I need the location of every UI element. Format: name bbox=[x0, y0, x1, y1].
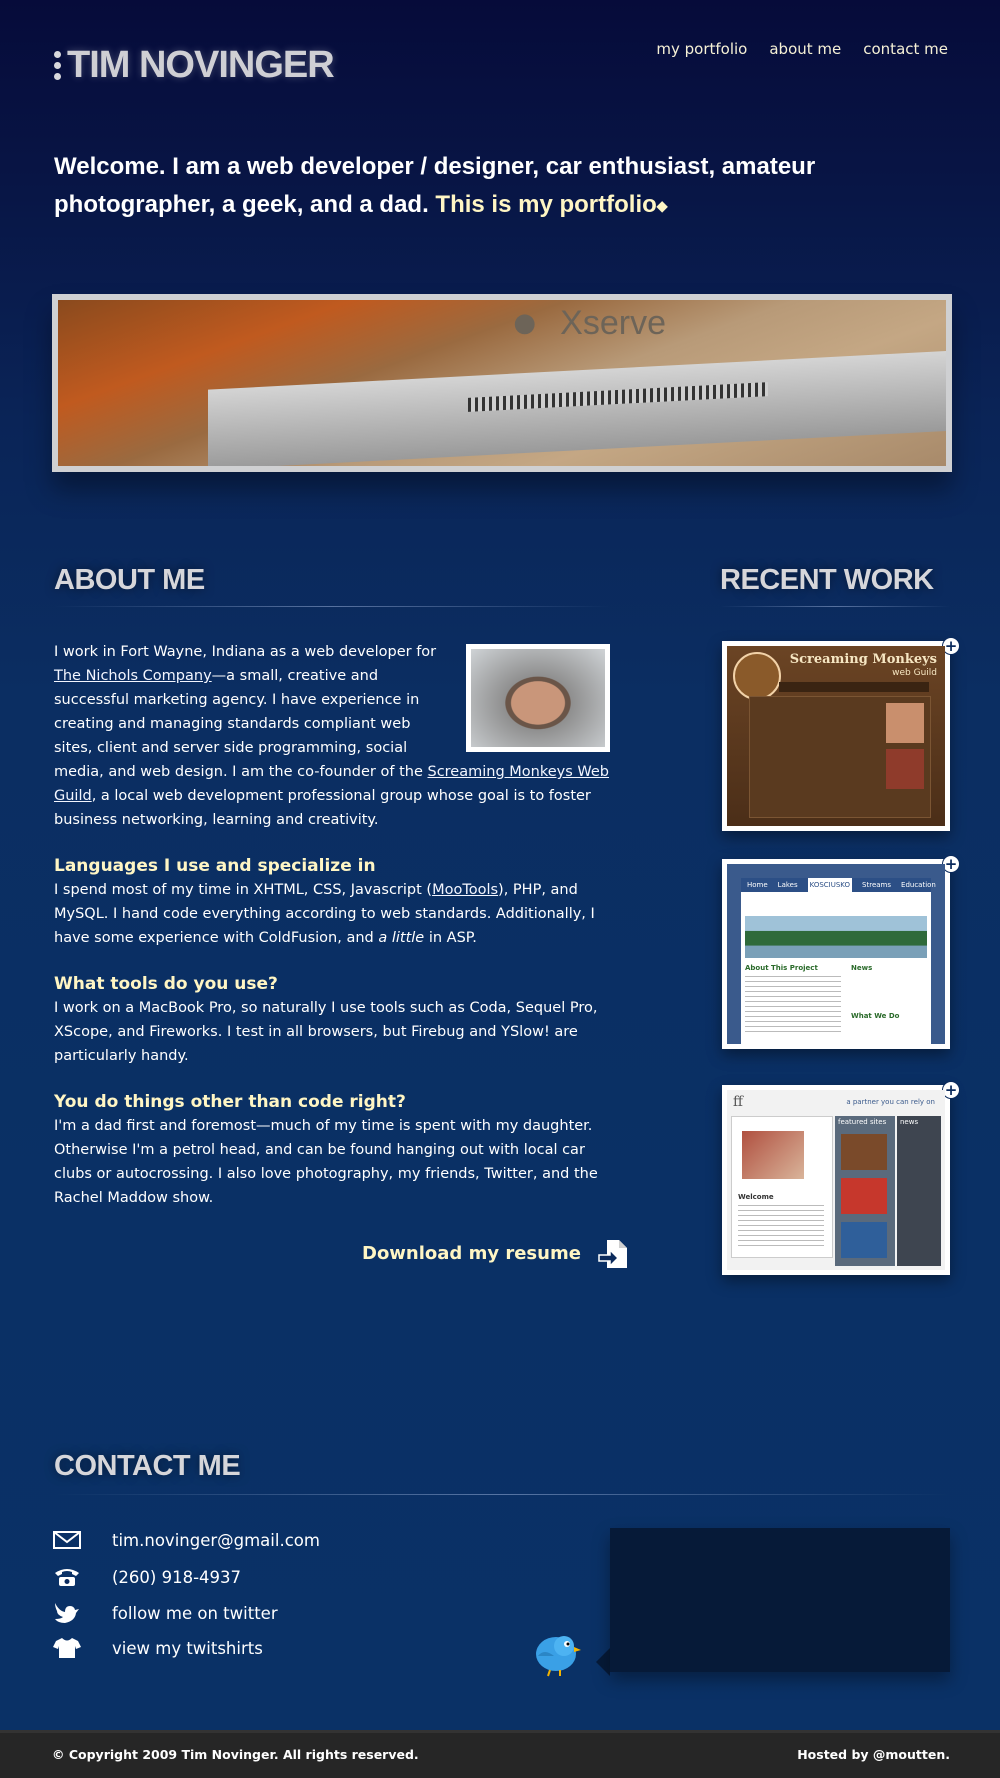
nichols-company-link[interactable]: The Nichols Company bbox=[54, 668, 212, 684]
nav-contact-me[interactable]: contact me bbox=[863, 40, 948, 58]
about-title-rule bbox=[54, 606, 610, 607]
work-2-page: Home Lakes KOSCIUSKO Streams Education A… bbox=[741, 878, 936, 1044]
recent-work-title: RECENT WORK bbox=[720, 564, 934, 596]
other-heading: You do things other than code right? bbox=[54, 1092, 406, 1112]
languages-text: I spend most of my time in XHTML, CSS, J… bbox=[54, 878, 610, 950]
about-intro-text-1: I work in Fort Wayne, Indiana as a web d… bbox=[54, 644, 437, 660]
work-2-tab-streams: Streams bbox=[862, 881, 892, 889]
contact-twitter[interactable]: follow me on twitter bbox=[52, 1602, 278, 1624]
contact-title-rule bbox=[54, 1494, 950, 1495]
document-arrow-icon bbox=[597, 1238, 627, 1268]
work-item-screaming-monkeys[interactable]: + Screaming Monkeys web Guild bbox=[722, 637, 960, 831]
work-3-featured-2 bbox=[841, 1178, 887, 1214]
about-title: ABOUT ME bbox=[54, 564, 205, 596]
work-3-featured-3 bbox=[841, 1222, 887, 1258]
work-1-title: Screaming Monkeys bbox=[789, 652, 937, 667]
languages-heading: Languages I use and specialize in bbox=[54, 856, 376, 876]
twitshirts-text: view my twitshirts bbox=[112, 1638, 263, 1658]
twitter-bird-mascot-icon bbox=[530, 1626, 582, 1678]
tools-heading: What tools do you use? bbox=[54, 974, 278, 994]
work-3-logo: ff bbox=[733, 1094, 743, 1110]
contact-twitshirts[interactable]: view my twitshirts bbox=[52, 1637, 263, 1659]
email-text: tim.novinger@gmail.com bbox=[112, 1530, 320, 1550]
contact-email[interactable]: tim.novinger@gmail.com bbox=[52, 1529, 320, 1551]
work-2-what: What We Do bbox=[851, 1012, 900, 1020]
profile-photo bbox=[466, 644, 610, 752]
work-item-partner-site[interactable]: + ff a partner you can rely on Welcome f… bbox=[722, 1081, 960, 1275]
footer: © Copyright 2009 Tim Novinger. All right… bbox=[0, 1730, 1000, 1778]
hero-brand-text: Xserve bbox=[560, 304, 666, 342]
work-thumb-2: Home Lakes KOSCIUSKO Streams Education A… bbox=[727, 864, 945, 1044]
languages-text-3: in ASP. bbox=[424, 930, 477, 946]
work-thumb-3: ff a partner you can rely on Welcome fea… bbox=[727, 1090, 945, 1270]
work-1-nav bbox=[779, 682, 929, 692]
work-3-featured-label: featured sites bbox=[838, 1118, 887, 1126]
footer-copyright: © Copyright 2009 Tim Novinger. All right… bbox=[52, 1747, 419, 1762]
work-item-kosciusko[interactable]: + Home Lakes KOSCIUSKO Streams Education… bbox=[722, 855, 960, 1049]
work-3-body-text bbox=[738, 1205, 824, 1249]
logo-dots-icon bbox=[54, 51, 61, 80]
work-3-news-label: news bbox=[900, 1118, 919, 1126]
nav-about-me[interactable]: about me bbox=[769, 40, 841, 58]
work-3-featured-1 bbox=[841, 1134, 887, 1170]
tweet-box-pointer bbox=[596, 1648, 610, 1676]
work-2-logo: KOSCIUSKO bbox=[807, 878, 853, 892]
server-front-panel bbox=[208, 350, 946, 466]
logo-text: TIM NOVINGER bbox=[67, 44, 335, 86]
work-2-tab-education: Education bbox=[901, 881, 936, 889]
mootools-link[interactable]: MooTools bbox=[432, 882, 498, 898]
work-1-photo-2 bbox=[886, 749, 924, 789]
main-nav: my portfolio about me contact me bbox=[656, 40, 948, 58]
work-3-photo bbox=[742, 1131, 804, 1179]
work-3-welcome: Welcome bbox=[738, 1193, 774, 1201]
languages-emphasis: a little bbox=[378, 930, 425, 946]
about-intro-text-3: , a local web development professional g… bbox=[54, 788, 591, 828]
tools-text: I work on a MacBook Pro, so naturally I … bbox=[54, 1000, 598, 1064]
xserve-photo: ● Xserve bbox=[58, 300, 946, 466]
download-resume[interactable]: Download my resume bbox=[362, 1238, 627, 1268]
phone-text: (260) 918-4937 bbox=[112, 1567, 242, 1587]
telephone-icon bbox=[52, 1566, 82, 1588]
contact-phone[interactable]: (260) 918-4937 bbox=[52, 1566, 241, 1588]
apple-logo-icon: ● bbox=[513, 308, 536, 338]
work-2-project: About This Project bbox=[745, 964, 818, 972]
work-2-news: News bbox=[851, 964, 873, 972]
work-1-photo-1 bbox=[886, 703, 924, 743]
work-1-content bbox=[749, 696, 931, 818]
work-3-featured: featured sites bbox=[835, 1116, 895, 1266]
work-2-tabs: Home Lakes KOSCIUSKO Streams Education bbox=[741, 878, 936, 892]
tshirt-icon bbox=[52, 1637, 82, 1659]
twitter-text: follow me on twitter bbox=[112, 1603, 278, 1623]
work-2-body-text bbox=[745, 976, 841, 1036]
site-logo[interactable]: TIM NOVINGER bbox=[54, 44, 335, 87]
recent-work-rule bbox=[720, 606, 950, 607]
footer-hosted[interactable]: Hosted by @moutten. bbox=[797, 1747, 950, 1762]
other-text: I'm a dad first and foremost—much of my … bbox=[54, 1118, 598, 1206]
contact-title: CONTACT ME bbox=[54, 1450, 241, 1482]
twitter-bird-icon bbox=[52, 1602, 82, 1624]
about-intro-text-2: —a small, creative and successful market… bbox=[54, 668, 428, 780]
envelope-icon bbox=[52, 1529, 82, 1551]
languages-text-1: I spend most of my time in XHTML, CSS, J… bbox=[54, 882, 433, 898]
resume-label: Download my resume bbox=[362, 1242, 581, 1264]
work-2-banner bbox=[745, 916, 927, 958]
nav-my-portfolio[interactable]: my portfolio bbox=[656, 40, 747, 58]
hero-image: ● Xserve bbox=[52, 294, 952, 472]
monkey-icon bbox=[733, 652, 781, 700]
portfolio-link[interactable]: This is my portfolio bbox=[435, 191, 656, 218]
about-content: I work in Fort Wayne, Indiana as a web d… bbox=[54, 640, 610, 1224]
profile-photo-image bbox=[471, 649, 605, 747]
work-thumb-1: Screaming Monkeys web Guild bbox=[727, 646, 945, 826]
diamond-icon: ◆ bbox=[656, 197, 668, 214]
latest-tweet-box bbox=[610, 1528, 950, 1672]
work-3-tagline: a partner you can rely on bbox=[846, 1098, 935, 1106]
work-3-news: news bbox=[897, 1116, 941, 1266]
work-3-main: Welcome bbox=[731, 1116, 833, 1258]
welcome-message: Welcome. I am a web developer / designer… bbox=[54, 148, 954, 225]
work-1-sub: web Guild bbox=[892, 668, 937, 678]
work-2-tab-home: Home bbox=[747, 881, 768, 889]
work-2-tab-lakes: Lakes bbox=[777, 881, 798, 889]
